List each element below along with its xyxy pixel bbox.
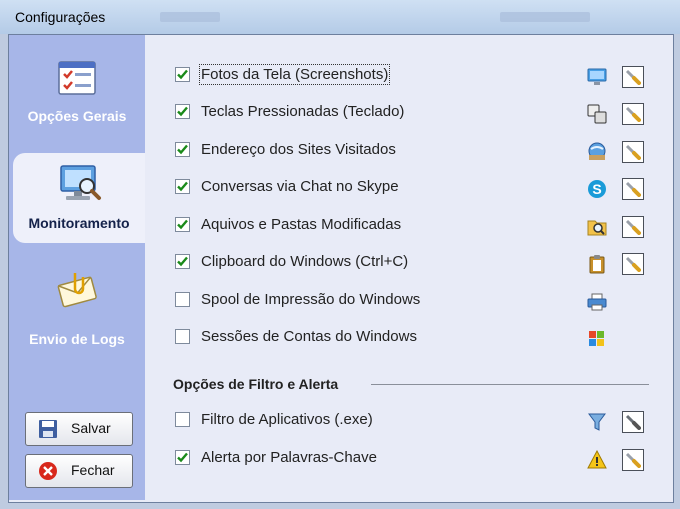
keystrokes-settings-button[interactable] — [622, 103, 644, 125]
skype-label: Conversas via Chat no Skype — [201, 178, 399, 195]
floppy-disk-icon — [38, 419, 58, 442]
skype-checkbox[interactable] — [175, 179, 190, 194]
app-filter-label: Filtro de Aplicativos (.exe) — [201, 411, 373, 428]
tab-label: Monitoramento — [28, 215, 130, 231]
keyword-alert-label: Alerta por Palavras-Chave — [201, 449, 377, 466]
sidebar: Opções Gerais Monitoramento Envio de Log… — [9, 35, 145, 500]
close-button-label: Fechar — [71, 462, 115, 478]
tab-monitoramento[interactable]: Monitoramento — [13, 153, 145, 243]
envelope-icon — [55, 269, 99, 314]
printer-icon — [587, 292, 607, 312]
settings-window: Opções Gerais Monitoramento Envio de Log… — [8, 34, 674, 503]
screenshots-settings-button[interactable] — [622, 66, 644, 88]
print-spool-checkbox[interactable] — [175, 292, 190, 307]
close-button[interactable]: Fechar — [25, 454, 133, 488]
save-button[interactable]: Salvar — [25, 412, 133, 446]
keystrokes-label: Teclas Pressionadas (Teclado) — [201, 103, 405, 120]
app-filter-checkbox[interactable] — [175, 412, 190, 427]
close-icon — [38, 461, 58, 484]
folder-search-icon — [587, 217, 607, 237]
sessions-label: Sessões de Contas do Windows — [201, 328, 417, 345]
screenshots-label: Fotos da Tela (Screenshots) — [198, 64, 391, 85]
files-checkbox[interactable] — [175, 217, 190, 232]
window-title: Configurações — [15, 9, 106, 25]
svg-text:S: S — [592, 181, 601, 197]
clipboard-settings-button[interactable] — [622, 253, 644, 275]
keyboard-keys-icon — [587, 104, 607, 124]
warning-icon — [587, 449, 607, 470]
tab-opcoes-gerais[interactable]: Opções Gerais — [9, 35, 145, 155]
filter-funnel-icon — [587, 412, 607, 432]
tab-envio-de-logs[interactable]: Envio de Logs — [9, 245, 145, 347]
monitor-magnifier-icon — [56, 163, 102, 208]
clipboard-checkbox[interactable] — [175, 254, 190, 269]
tab-label: Opções Gerais — [27, 108, 127, 124]
skype-icon: S — [587, 179, 607, 199]
sessions-checkbox[interactable] — [175, 329, 190, 344]
filter-section-title: Opções de Filtro e Alerta — [173, 376, 339, 392]
app-filter-settings-button[interactable] — [622, 411, 644, 433]
files-label: Aquivos e Pastas Modificadas — [201, 216, 402, 233]
screen-icon — [587, 67, 607, 87]
websites-checkbox[interactable] — [175, 142, 190, 157]
clipboard-label: Clipboard do Windows (Ctrl+C) — [201, 253, 409, 270]
keyword-alert-checkbox[interactable] — [175, 450, 190, 465]
web-globe-icon — [587, 142, 607, 162]
checklist-icon — [55, 59, 99, 100]
websites-settings-button[interactable] — [622, 141, 644, 163]
skype-settings-button[interactable] — [622, 178, 644, 200]
print-spool-label: Spool de Impressão do Windows — [201, 291, 421, 308]
background-window-text — [500, 12, 590, 22]
clipboard-icon — [587, 254, 607, 274]
section-divider — [371, 384, 649, 385]
keyword-alert-settings-button[interactable] — [622, 449, 644, 471]
websites-label: Endereço dos Sites Visitados — [201, 141, 396, 158]
save-button-label: Salvar — [71, 420, 111, 436]
windows-logo-icon — [587, 329, 607, 349]
title-bar: Configurações — [0, 0, 680, 34]
files-settings-button[interactable] — [622, 216, 644, 238]
screenshots-checkbox[interactable] — [175, 67, 190, 82]
keystrokes-checkbox[interactable] — [175, 104, 190, 119]
tab-label: Envio de Logs — [29, 331, 125, 347]
background-window-text — [160, 12, 220, 22]
